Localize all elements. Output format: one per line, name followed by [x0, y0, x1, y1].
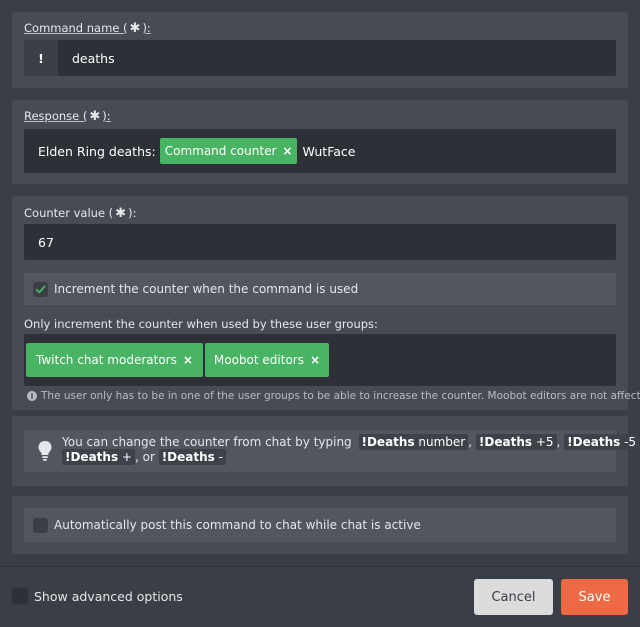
save-button[interactable]: Save [561, 579, 628, 615]
auto-post-panel: Automatically post this command to chat … [12, 496, 628, 554]
tip-panel: You can change the counter from chat by … [12, 416, 640, 486]
chat-command-code: !Deaths + [62, 449, 135, 465]
auto-post-checkbox-row[interactable]: Automatically post this command to chat … [24, 508, 616, 542]
command-name-input[interactable]: deaths [72, 51, 115, 66]
increment-label: Increment the counter when the command i… [54, 282, 359, 296]
asterisk-icon: ✱ [89, 109, 101, 124]
command-name-field[interactable]: ! deaths [24, 40, 616, 76]
advanced-options-checkbox[interactable] [12, 588, 28, 604]
advanced-options-label: Show advanced options [34, 588, 183, 604]
chat-command-code: !Deaths number [358, 434, 469, 450]
user-group-tag: Twitch chat moderators × [26, 343, 203, 377]
tip-text: You can change the counter from chat by … [62, 434, 640, 465]
command-name-panel: Command name (✱): ! deaths [12, 12, 628, 88]
asterisk-icon: ✱ [129, 21, 141, 36]
increment-checkbox[interactable] [33, 281, 48, 297]
auto-post-checkbox[interactable] [33, 517, 48, 533]
response-panel: Response (✱): Elden Ring deaths: Command… [12, 100, 628, 184]
counter-value-label: Counter value (✱): [24, 206, 137, 221]
user-group-tag: Moobot editors × [204, 343, 330, 377]
auto-post-label: Automatically post this command to chat … [54, 518, 421, 532]
chat-command-code: !Deaths +5 [475, 434, 557, 450]
response-label: Response (✱): [24, 109, 111, 124]
response-input[interactable]: Elden Ring deaths: Command counter × Wut… [24, 129, 616, 173]
close-icon[interactable]: × [282, 144, 292, 158]
cancel-button[interactable]: Cancel [474, 579, 553, 615]
command-name-label: Command name (✱): [24, 21, 151, 36]
advanced-options-row[interactable]: Show advanced options [12, 588, 183, 604]
checkmark-icon [35, 285, 46, 293]
command-counter-tag: Command counter × [159, 138, 298, 164]
counter-panel: Counter value (✱): 67 Increment the coun… [12, 196, 640, 410]
command-prefix: ! [24, 40, 58, 76]
response-text-before: Elden Ring deaths: [38, 143, 156, 159]
asterisk-icon: ✱ [115, 206, 127, 221]
counter-value-input[interactable]: 67 [24, 224, 616, 260]
info-icon: i [27, 391, 37, 401]
user-groups-input[interactable]: Twitch chat moderators × Moobot editors … [24, 334, 616, 386]
close-icon[interactable]: × [183, 353, 193, 367]
user-groups-note: i The user only has to be in one of the … [27, 390, 640, 402]
tip-box: You can change the counter from chat by … [24, 430, 640, 472]
close-icon[interactable]: × [310, 353, 320, 367]
chat-command-code: !Deaths -5 [564, 434, 640, 450]
chat-command-code: !Deaths - [158, 449, 226, 465]
user-groups-label: Only increment the counter when used by … [24, 317, 378, 331]
increment-checkbox-row[interactable]: Increment the counter when the command i… [24, 273, 616, 305]
response-text-after: WutFace [302, 143, 356, 159]
lightbulb-icon [38, 441, 52, 461]
